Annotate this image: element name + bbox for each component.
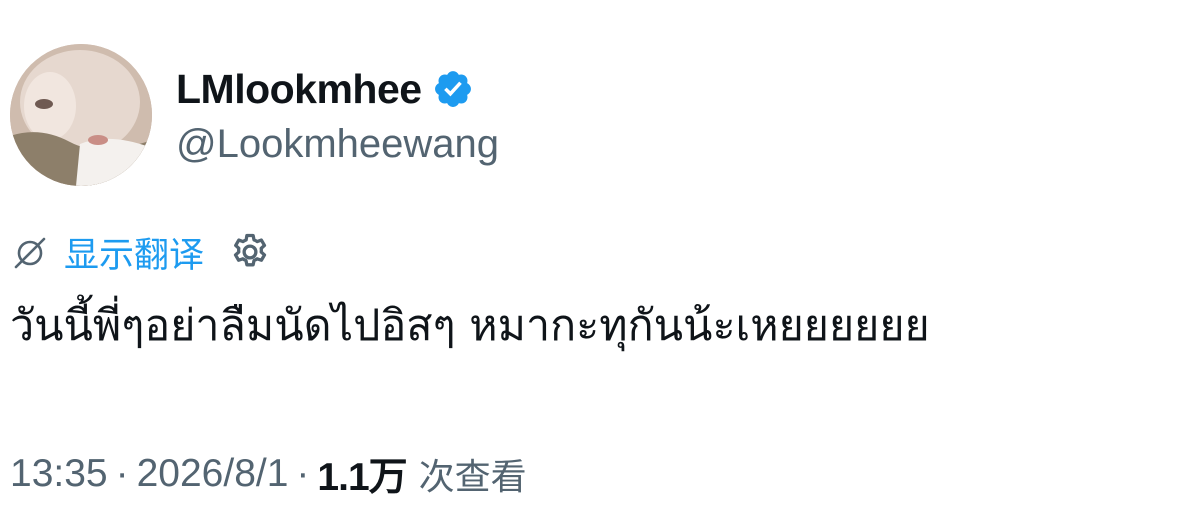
tweet-metadata: 13:35 · 2026/8/1 · 1.1万 次查看: [10, 444, 527, 504]
meta-separator: ·: [115, 452, 129, 495]
show-translation-link[interactable]: 显示翻译: [64, 227, 204, 278]
tweet-time[interactable]: 13:35: [10, 452, 108, 496]
meta-separator: ·: [296, 452, 310, 495]
display-name[interactable]: LMlookmhee: [176, 66, 422, 113]
avatar[interactable]: [10, 44, 152, 186]
verified-badge-icon[interactable]: [432, 68, 474, 110]
gear-icon[interactable]: [228, 230, 272, 274]
views-label: 次查看: [418, 457, 527, 498]
view-count: 1.1万: [317, 456, 407, 499]
display-name-row: LMlookmhee: [176, 62, 474, 116]
avatar-photo: [10, 44, 152, 186]
tweet-text: วันนี้พี่ๆอย่าลืมนัดไปอิสๆ หมากะทุกันน้ะ…: [10, 301, 930, 351]
tweet-card: LMlookmhee @Lookmheewang 显示翻译 วันนี้พี่ๆ…: [0, 0, 1188, 531]
translate-row: 显示翻译: [10, 226, 272, 278]
tweet-date[interactable]: 2026/8/1: [137, 452, 289, 496]
globe-slash-icon: [10, 231, 52, 273]
author-handle[interactable]: @Lookmheewang: [176, 122, 499, 167]
